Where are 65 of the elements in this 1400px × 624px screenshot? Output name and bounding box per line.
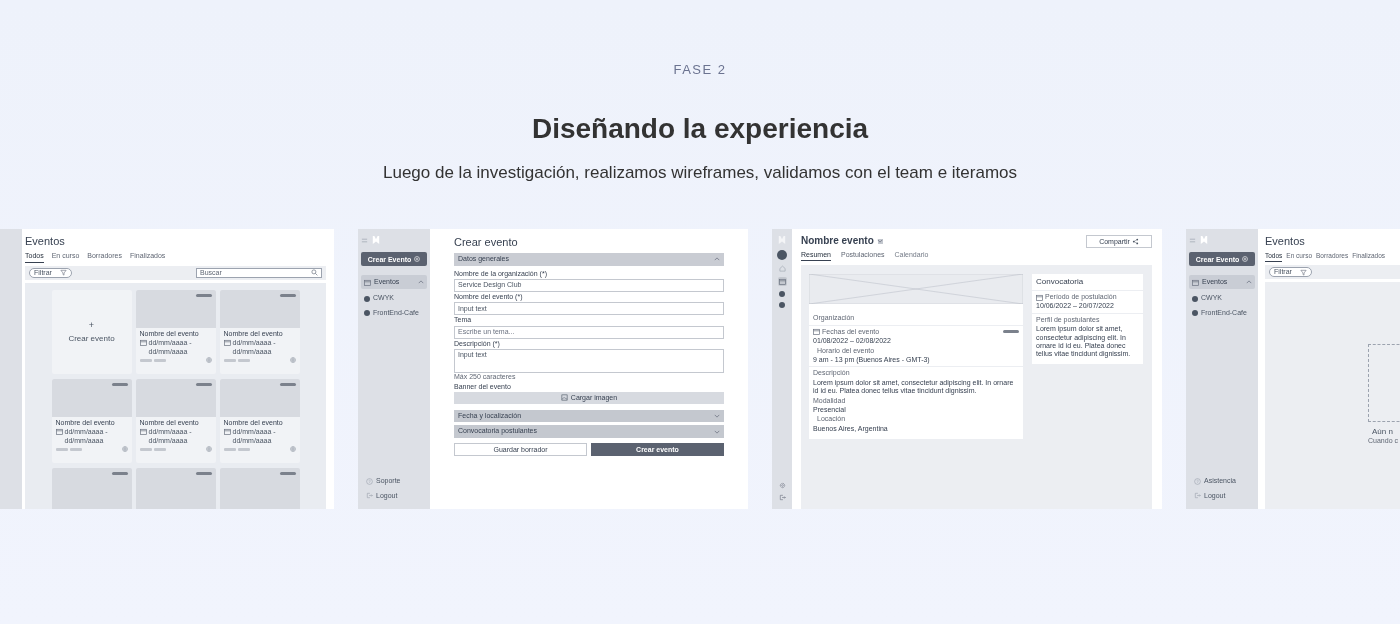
- globe-icon: [289, 446, 296, 453]
- globe-icon: [205, 446, 212, 453]
- tag-chips: [139, 447, 166, 451]
- tag-chips: [139, 358, 166, 362]
- chevron-icon: [714, 429, 720, 434]
- avatar-icon[interactable]: [777, 250, 787, 260]
- calendar-icon: [139, 428, 147, 436]
- menu-icon[interactable]: [1189, 236, 1196, 244]
- calendar-icon: [364, 278, 371, 286]
- calendar-icon: [139, 339, 147, 347]
- chevron-icon: [714, 414, 720, 419]
- tag-chips: [55, 447, 82, 451]
- logout-icon: [1194, 492, 1201, 500]
- status-tag: [195, 471, 212, 475]
- filter-icon: [59, 269, 67, 277]
- status-tag: [111, 471, 128, 475]
- logout-icon: [366, 492, 373, 500]
- tag-chips: [223, 447, 250, 451]
- calendar-icon: [1192, 278, 1199, 286]
- plus-circle-icon: [1242, 256, 1249, 262]
- globe-icon: [121, 446, 128, 453]
- calendar-icon: [223, 339, 231, 347]
- page-title: Crear evento: [454, 236, 519, 250]
- logo-icon: [372, 235, 380, 245]
- logo-icon: [1200, 235, 1208, 245]
- chevron-icon: [1246, 280, 1252, 285]
- calendar-icon: [223, 428, 231, 436]
- card-title: Convocatoria: [1032, 274, 1143, 291]
- help-icon: [366, 477, 373, 485]
- logout-icon[interactable]: [778, 494, 786, 501]
- plus-circle-icon: [414, 256, 421, 262]
- help-icon: [1194, 477, 1201, 485]
- page-title: Eventos: [25, 235, 66, 249]
- section-title: Diseñando la experiencia: [531, 113, 869, 145]
- dropdown-icon[interactable]: [877, 238, 883, 244]
- tag-chips: [223, 358, 250, 362]
- globe-icon: [289, 357, 296, 364]
- calendar-icon: [778, 278, 786, 285]
- calendar-icon: [55, 428, 63, 436]
- share-icon: [1131, 238, 1139, 245]
- empty-title: Aún n: [1372, 427, 1393, 437]
- status-tag: [195, 382, 212, 386]
- calendar-nav-item[interactable]: [777, 277, 787, 286]
- section-subtitle: Luego de la investigación, realizamos wireframes, validamos con el team e iteramos: [383, 163, 1017, 183]
- page-title: Nombre evento: [801, 235, 874, 247]
- page-title: Eventos: [1265, 235, 1306, 249]
- chevron-icon: [418, 280, 424, 285]
- status-tag: [279, 293, 296, 297]
- status-tag: [279, 382, 296, 386]
- image-icon: [560, 394, 568, 402]
- calendar-icon: [813, 328, 820, 336]
- status-tag: [195, 293, 212, 297]
- create-event-card[interactable]: + Crear evento: [51, 289, 132, 374]
- filter-icon: [1299, 268, 1307, 276]
- eyebrow-label: FASE 2: [673, 62, 727, 77]
- status-tag: [111, 382, 128, 386]
- search-icon: [311, 269, 318, 277]
- globe-icon: [205, 357, 212, 364]
- home-icon[interactable]: [778, 265, 786, 272]
- status-tag: [1003, 330, 1019, 334]
- chevron-icon: [714, 257, 720, 262]
- settings-icon[interactable]: [778, 482, 786, 489]
- menu-icon[interactable]: [361, 236, 368, 244]
- status-tag: [279, 471, 296, 475]
- calendar-icon: [1036, 293, 1043, 301]
